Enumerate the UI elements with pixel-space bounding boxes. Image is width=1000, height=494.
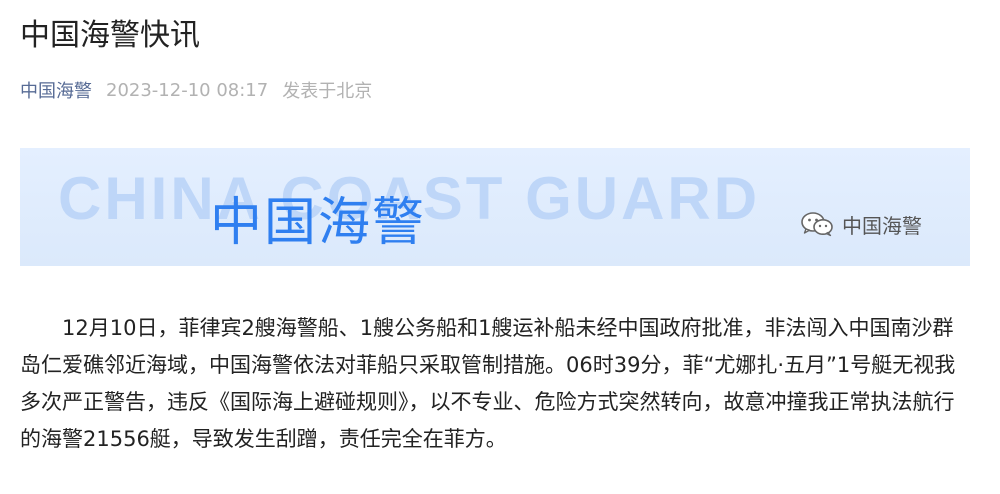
publish-location: 发表于北京 [282,81,373,102]
banner-badge-label: 中国海警 [842,213,922,238]
header-banner-image: CHINA COAST GUARD 中国海警 中国海警 [20,148,970,266]
article-meta: 中国海警 2023-12-10 08:17 发表于北京 [20,72,372,108]
article-body-paragraph: 12月10日，菲律宾2艘海警船、1艘公务船和1艘运补船未经中国政府批准，非法闯入… [20,316,956,451]
author-link[interactable]: 中国海警 [20,77,92,103]
wechat-icon [801,212,833,237]
banner-chinese-text: 中国海警 [210,193,427,253]
article-title: 中国海警快讯 [20,18,200,53]
banner-account-badge: 中国海警 [800,208,922,240]
publish-date: 2023-12-10 08:17 [106,79,269,101]
